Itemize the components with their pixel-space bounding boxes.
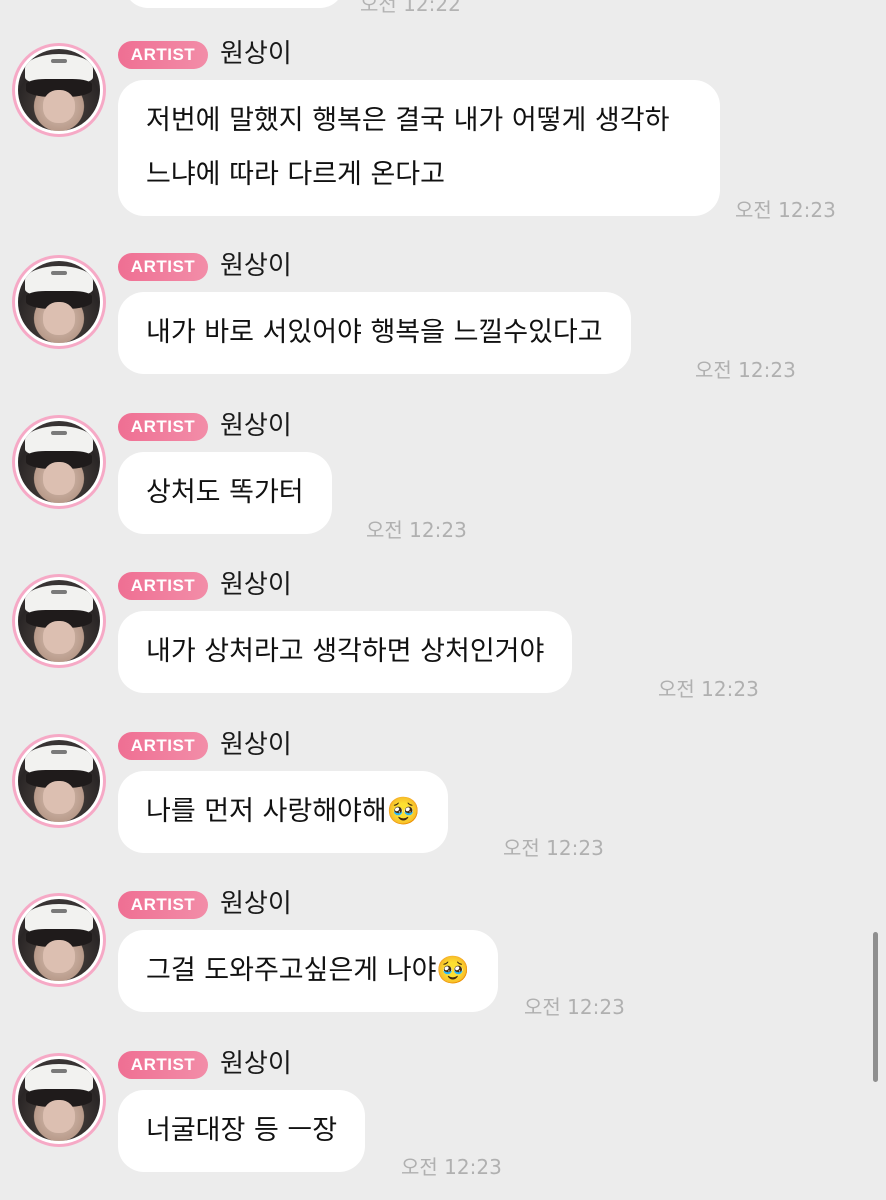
message-time: 오전 12:23 — [503, 836, 604, 860]
avatar[interactable] — [12, 734, 106, 828]
sender-name: 원상이 — [220, 39, 292, 69]
sender-name: 원상이 — [220, 1049, 292, 1079]
avatar[interactable] — [12, 415, 106, 509]
sender-name: 원상이 — [220, 251, 292, 281]
avatar[interactable] — [12, 893, 106, 987]
previous-message-time: 오전 12:22 — [360, 0, 461, 16]
artist-badge: ARTIST — [118, 41, 208, 69]
scrollbar[interactable] — [873, 932, 878, 1082]
message-bubble[interactable]: 내가 상처라고 생각하면 상처인거야 — [118, 611, 573, 693]
avatar[interactable] — [12, 43, 106, 137]
artist-badge: ARTIST — [118, 1051, 208, 1079]
message-time: 오전 12:23 — [401, 1155, 502, 1179]
artist-badge: ARTIST — [118, 253, 208, 281]
message-bubble[interactable]: 내가 바로 서있어야 행복을 느낄수있다고 — [118, 292, 631, 374]
message-time: 오전 12:23 — [735, 198, 836, 222]
previous-message-bubble[interactable] — [124, 0, 344, 8]
avatar[interactable] — [12, 1053, 106, 1147]
message-bubble[interactable]: 나를 먼저 사랑해야해🥹 — [118, 771, 449, 853]
artist-badge: ARTIST — [118, 891, 208, 919]
message-time: 오전 12:23 — [695, 358, 796, 382]
message-bubble[interactable]: 너굴대장 등 ㅡ장 — [118, 1090, 366, 1172]
chat-thread[interactable]: 오전 12:22 ARTIST 원상이 저번에 말했지 행복은 결국 내가 어떻… — [0, 0, 886, 1200]
sender-name: 원상이 — [220, 570, 292, 600]
sender-name: 원상이 — [220, 730, 292, 760]
message-bubble[interactable]: 상처도 똑가터 — [118, 452, 332, 534]
artist-badge: ARTIST — [118, 732, 208, 760]
message-time: 오전 12:23 — [366, 518, 467, 542]
message-time: 오전 12:23 — [524, 995, 625, 1019]
message-bubble[interactable]: 그걸 도와주고싶은게 나야🥹 — [118, 930, 499, 1012]
message-time: 오전 12:23 — [658, 677, 759, 701]
avatar[interactable] — [12, 574, 106, 668]
message-bubble[interactable]: 저번에 말했지 행복은 결국 내가 어떻게 생각하느냐에 따라 다르게 온다고 — [118, 80, 720, 216]
artist-badge: ARTIST — [118, 572, 208, 600]
sender-name: 원상이 — [220, 889, 292, 919]
sender-name: 원상이 — [220, 411, 292, 441]
avatar[interactable] — [12, 255, 106, 349]
artist-badge: ARTIST — [118, 413, 208, 441]
